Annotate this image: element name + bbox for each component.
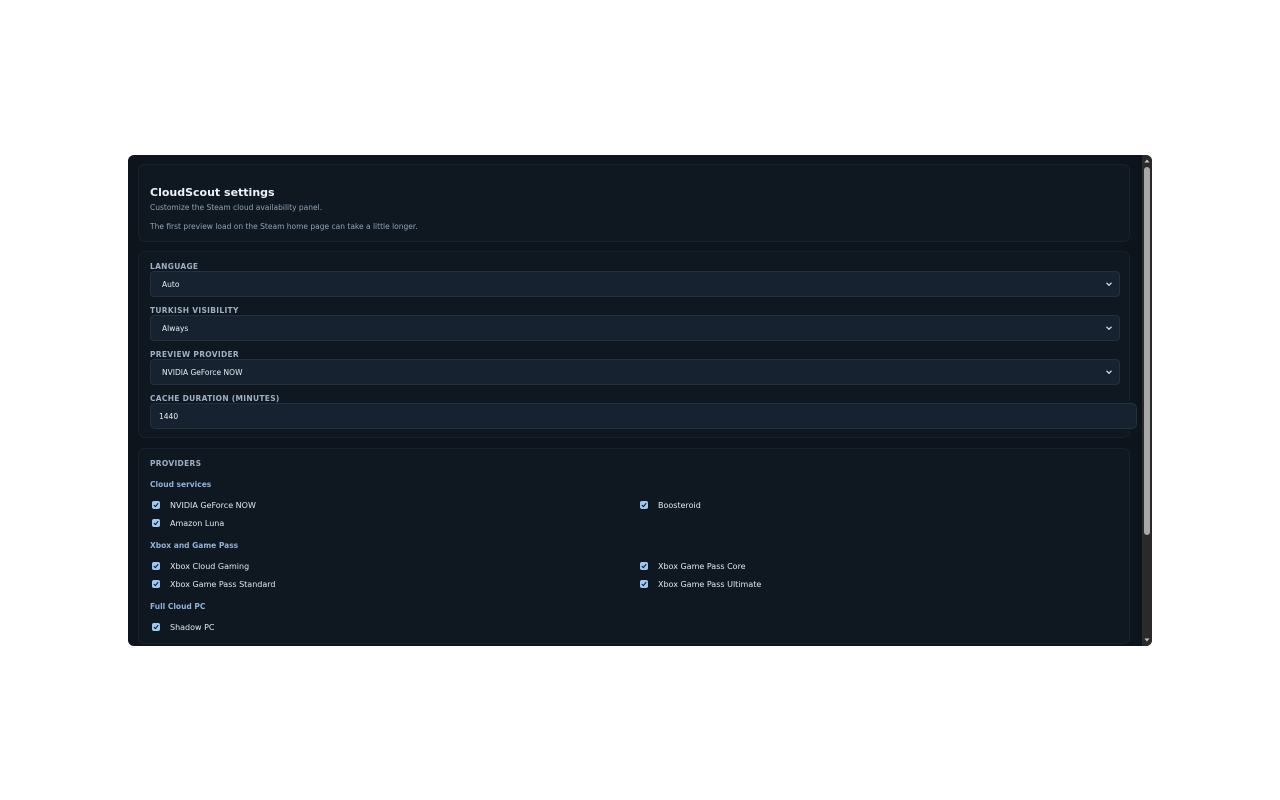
preview-note: The first preview load on the Steam home… <box>150 222 418 231</box>
providers-card: PROVIDERS Cloud services NVIDIA GeForce … <box>138 448 1130 644</box>
check-icon <box>641 563 647 569</box>
checkbox[interactable] <box>152 501 160 509</box>
settings-content: CloudScout settings Customize the Steam … <box>128 155 1142 646</box>
turkish-visibility-select-value: Always <box>162 324 189 333</box>
provider-label: Xbox Game Pass Standard <box>170 580 276 589</box>
preview-provider-select[interactable]: NVIDIA GeForce NOW <box>150 359 1120 385</box>
cache-duration-label: CACHE DURATION (MINUTES) <box>150 394 280 403</box>
checkbox[interactable] <box>640 501 648 509</box>
provider-label: NVIDIA GeForce NOW <box>170 501 256 510</box>
checkbox[interactable] <box>152 580 160 588</box>
settings-window: CloudScout settings Customize the Steam … <box>128 155 1152 646</box>
chevron-down-icon <box>1106 282 1112 287</box>
check-icon <box>153 502 159 508</box>
scrollbar-thumb[interactable] <box>1144 167 1150 535</box>
provider-label: Xbox Game Pass Core <box>658 562 746 571</box>
providers-title: PROVIDERS <box>150 459 202 468</box>
provider-label: Amazon Luna <box>170 519 225 528</box>
page-title: CloudScout settings <box>150 186 275 199</box>
cache-duration-input[interactable]: 1440 <box>150 403 1137 429</box>
group-title-xbox-game-pass: Xbox and Game Pass <box>150 541 239 550</box>
header-card: CloudScout settings Customize the Steam … <box>138 164 1130 242</box>
provider-label: Xbox Game Pass Ultimate <box>658 580 762 589</box>
vertical-scrollbar[interactable] <box>1142 155 1152 646</box>
group-title-cloud-services: Cloud services <box>150 480 212 489</box>
options-card: LANGUAGE Auto TURKISH VISIBILITY Always … <box>138 251 1137 438</box>
turkish-visibility-label: TURKISH VISIBILITY <box>150 306 239 315</box>
checkbox[interactable] <box>152 562 160 570</box>
check-icon <box>153 624 159 630</box>
provider-label: Boosteroid <box>658 501 701 510</box>
check-icon <box>641 502 647 508</box>
language-select-value: Auto <box>162 280 180 289</box>
check-icon <box>153 581 159 587</box>
provider-label: Shadow PC <box>170 623 215 632</box>
checkbox[interactable] <box>152 519 160 527</box>
page-subtitle: Customize the Steam cloud availability p… <box>150 203 323 212</box>
checkbox[interactable] <box>640 562 648 570</box>
checkbox[interactable] <box>640 580 648 588</box>
check-icon <box>153 563 159 569</box>
provider-label: Xbox Cloud Gaming <box>170 562 250 571</box>
language-label: LANGUAGE <box>150 262 199 271</box>
cache-duration-value: 1440 <box>159 412 179 421</box>
group-title-full-cloud-pc: Full Cloud PC <box>150 602 206 611</box>
language-select[interactable]: Auto <box>150 271 1120 297</box>
chevron-down-icon <box>1106 326 1112 331</box>
scroll-up-arrow-icon[interactable] <box>1144 158 1150 164</box>
turkish-visibility-select[interactable]: Always <box>150 315 1120 341</box>
check-icon <box>153 520 159 526</box>
checkbox[interactable] <box>152 623 160 631</box>
scroll-down-arrow-icon[interactable] <box>1144 637 1150 643</box>
chevron-down-icon <box>1106 370 1112 375</box>
preview-provider-label: PREVIEW PROVIDER <box>150 350 239 359</box>
preview-provider-select-value: NVIDIA GeForce NOW <box>162 368 243 377</box>
check-icon <box>641 581 647 587</box>
